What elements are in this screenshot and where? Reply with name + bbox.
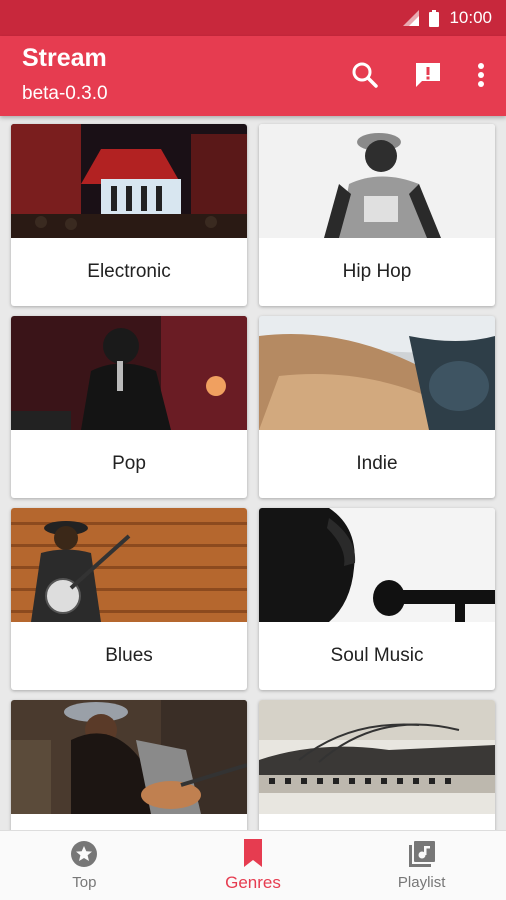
status-bar: 10:00 bbox=[0, 0, 506, 36]
genre-card-hip-hop[interactable]: Hip Hop bbox=[259, 124, 495, 306]
more-vert-icon[interactable] bbox=[464, 58, 498, 92]
genre-label: Blues bbox=[105, 645, 153, 666]
nav-label: Genres bbox=[225, 872, 281, 892]
genre-card[interactable] bbox=[259, 700, 495, 830]
app-version: beta-0.3.0 bbox=[22, 83, 108, 104]
genre-label bbox=[259, 814, 495, 830]
genre-card-soul-music[interactable]: Soul Music bbox=[259, 508, 495, 690]
genre-label: Electronic bbox=[87, 261, 171, 282]
bottom-nav: Top Genres Playlist bbox=[0, 830, 506, 900]
app-bar: Stream beta-0.3.0 bbox=[0, 36, 506, 116]
status-time: 10:00 bbox=[449, 8, 492, 27]
genre-label: Hip Hop bbox=[342, 261, 412, 282]
playlist-icon bbox=[408, 841, 435, 867]
genre-card[interactable] bbox=[11, 700, 247, 830]
signal-icon bbox=[403, 10, 420, 26]
electronic-image bbox=[11, 124, 247, 238]
nav-label: Playlist bbox=[397, 874, 446, 891]
genre-label: Indie bbox=[356, 453, 398, 474]
star-icon bbox=[71, 841, 98, 867]
search-icon[interactable] bbox=[348, 58, 382, 92]
nav-top[interactable]: Top bbox=[0, 831, 169, 900]
genre-image bbox=[259, 700, 495, 814]
nav-genres[interactable]: Genres bbox=[169, 831, 338, 900]
nav-playlist[interactable]: Playlist bbox=[337, 831, 506, 900]
blues-image bbox=[11, 508, 247, 622]
genre-grid: Electronic Hip Hop Pop Indie Blues Soul … bbox=[0, 116, 506, 830]
genre-label: Soul Music bbox=[330, 645, 424, 666]
nav-label: Top bbox=[72, 874, 97, 891]
feedback-icon[interactable] bbox=[411, 58, 445, 92]
pop-image bbox=[11, 316, 247, 430]
genre-image bbox=[11, 700, 247, 814]
genre-card-blues[interactable]: Blues bbox=[11, 508, 247, 690]
genre-card-pop[interactable]: Pop bbox=[11, 316, 247, 498]
genre-label bbox=[11, 814, 247, 830]
bookmark-icon bbox=[244, 838, 262, 867]
indie-image bbox=[259, 316, 495, 430]
genre-card-electronic[interactable]: Electronic bbox=[11, 124, 247, 306]
genre-label: Pop bbox=[112, 453, 146, 474]
soul-music-image bbox=[259, 508, 495, 622]
genre-card-indie[interactable]: Indie bbox=[259, 316, 495, 498]
battery-icon bbox=[429, 9, 440, 27]
app-title: Stream bbox=[22, 44, 107, 72]
hip-hop-image bbox=[259, 124, 495, 238]
